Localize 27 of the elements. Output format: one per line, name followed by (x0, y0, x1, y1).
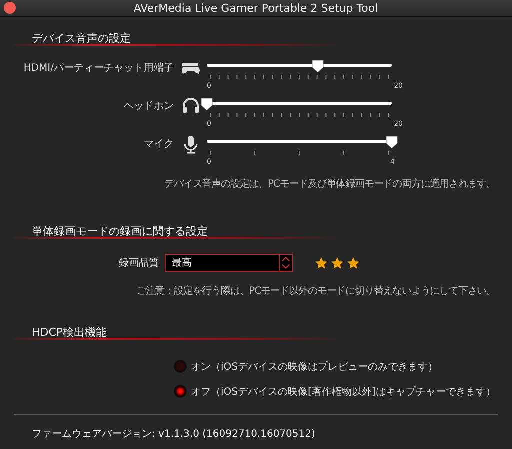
quality-dropdown[interactable]: 最高 (165, 254, 293, 272)
radio-label[interactable]: オン（iOSデバイスの映像はプレビューのみできます） (191, 360, 438, 374)
microphone-icon (184, 136, 198, 154)
section-title: デバイス音声の設定 (32, 32, 131, 45)
star-icon (315, 256, 328, 270)
slider-thumb[interactable] (312, 60, 324, 73)
section-title: HDCP検出機能 (32, 326, 108, 339)
radio-button[interactable] (174, 385, 187, 398)
field-label: 録画品質 (118, 256, 160, 270)
note-text: ご注意：設定を行う際は、PCモード以外のモードに切り替えないようにして下さい。 (136, 285, 496, 299)
gamepad-icon (180, 60, 202, 76)
slider-thumb[interactable] (386, 136, 398, 149)
slider-label: ヘッドホン (123, 100, 174, 113)
window-title: AVerMedia Live Gamer Portable 2 Setup Tool (134, 2, 378, 14)
section-title: 単体録画モードの録画に関する設定 (32, 225, 208, 238)
slider-label: マイク (143, 138, 174, 151)
slider-label: HDMI/パーティーチャット用端子 (22, 62, 174, 75)
close-button[interactable] (4, 2, 16, 14)
star-icon (347, 256, 360, 270)
spinner-icon (279, 255, 292, 271)
headphones-icon (182, 98, 200, 114)
firmware-version: ファームウェアバージョン: v1.1.3.0 (16092710.16070512) (31, 428, 316, 441)
note-text: デバイス音声の設定は、PCモード及び単体録画モードの両方に適用されます。 (164, 178, 496, 192)
radio-button[interactable] (174, 360, 187, 373)
star-icon (331, 256, 344, 270)
radio-label[interactable]: オフ（iOSデバイスの映像[著作権物以外]はキャプチャーできます） (191, 384, 496, 398)
slider-thumb[interactable] (201, 98, 213, 111)
